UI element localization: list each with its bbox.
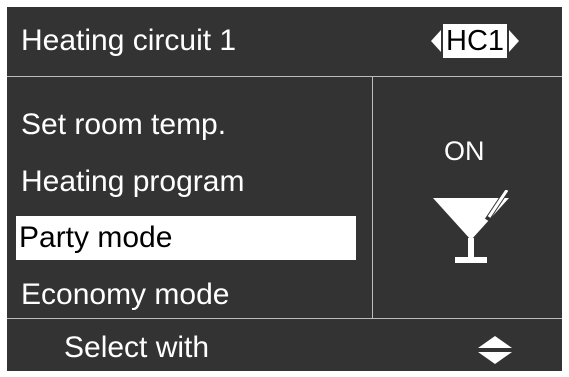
display-screen: Heating circuit 1 HC1 Set room temp. Hea… <box>7 7 562 371</box>
menu-item-label: Party mode <box>19 221 173 254</box>
arrow-left-icon[interactable] <box>431 30 441 52</box>
menu-item-party-mode[interactable]: Party mode <box>16 216 356 260</box>
menu-item-economy-mode[interactable]: Economy mode <box>7 273 367 317</box>
heating-circuit-selector[interactable]: HC1 <box>431 24 520 58</box>
page-title: Heating circuit 1 <box>21 24 237 57</box>
menu-item-label: Set room temp. <box>21 108 227 141</box>
up-down-arrows-icon[interactable] <box>478 336 512 364</box>
footer: Select with <box>7 319 562 371</box>
footer-hint: Select with <box>64 331 210 364</box>
cocktail-glass-icon <box>433 190 510 263</box>
menu-item-label: Heating program <box>21 165 245 198</box>
heating-circuit-value: HC1 <box>443 24 508 58</box>
arrow-right-icon[interactable] <box>509 30 520 52</box>
status-text: ON <box>444 136 485 166</box>
header: Heating circuit 1 HC1 <box>7 7 562 76</box>
menu-item-heating-program[interactable]: Heating program <box>7 160 367 204</box>
menu-item-label: Economy mode <box>21 278 230 311</box>
menu-item-set-room-temp[interactable]: Set room temp. <box>7 103 367 147</box>
menu-list: Set room temp. Heating program Party mod… <box>7 77 372 318</box>
panel-divider <box>372 77 373 318</box>
